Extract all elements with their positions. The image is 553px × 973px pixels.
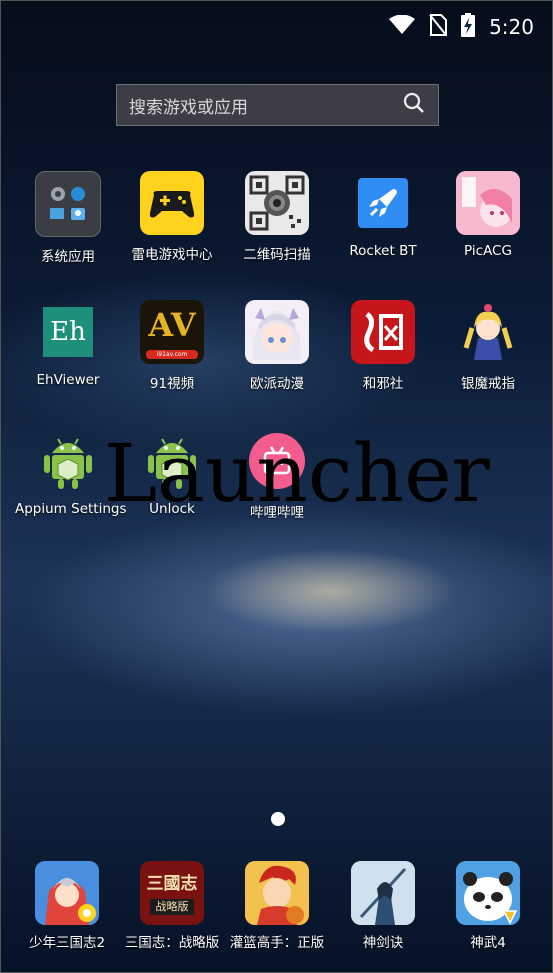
app-silver-ring[interactable]: 银魔戒指 (435, 300, 541, 392)
app-label: 雷电游戏中心 (131, 247, 213, 263)
launcher-overlay-text: Launcher (104, 427, 490, 520)
clock: 5:20 (489, 15, 534, 39)
hexieshe-logo-icon (351, 300, 415, 364)
battery-charging-icon (461, 13, 476, 41)
app-label: 二维码扫描 (243, 247, 311, 263)
app-label: 少年三国志2 (28, 935, 106, 951)
app-label: 91視頻 (149, 376, 195, 392)
no-sim-icon (429, 14, 448, 40)
app-leidian-game-center[interactable]: 雷电游戏中心 (119, 171, 225, 263)
app-label: 和邪社 (362, 376, 404, 392)
app-label: 神剑诀 (362, 935, 404, 951)
page-indicator-dot (271, 812, 285, 826)
av-logo-icon: AV i91av.com (140, 300, 204, 364)
dock-app-shenjianjue[interactable]: 神剑诀 (328, 861, 438, 951)
app-label: 灌篮高手：正版 (229, 935, 325, 951)
app-label: 神武4 (470, 935, 506, 951)
app-rocket-bt[interactable]: Rocket BT (330, 171, 436, 259)
app-system-apps[interactable]: 系统应用 (15, 171, 121, 265)
av-logo-text: AV (148, 306, 196, 344)
app-label: 银魔戒指 (461, 376, 515, 392)
blonde-girl-icon (456, 300, 520, 364)
app-label: EhViewer (36, 372, 100, 388)
av-logo-url: i91av.com (146, 350, 198, 359)
app-91-video[interactable]: AV i91av.com 91視頻 (119, 300, 225, 392)
home-screen: 5:20 搜索游戏或应用 系统应用 雷电游戏中心 二维码扫描 Rocket BT… (0, 0, 553, 973)
app-picacg[interactable]: PicACG (435, 171, 541, 259)
app-oupai-anime[interactable]: 欧派动漫 (224, 300, 330, 392)
qr-code-icon (245, 171, 309, 235)
app-label: Rocket BT (349, 243, 417, 259)
dock-app-slam-dunk[interactable]: 灌篮高手：正版 (222, 861, 332, 951)
app-label: PicACG (464, 243, 512, 259)
anime-girl-pink-icon (456, 171, 520, 235)
warrior-game-icon (35, 861, 99, 925)
app-label: 三国志：战略版 (124, 935, 220, 951)
app-ehviewer[interactable]: Eh EhViewer (15, 300, 121, 388)
rocket-icon (351, 171, 415, 235)
search-placeholder: 搜索游戏或应用 (129, 97, 248, 118)
gamepad-icon (140, 171, 204, 235)
ehviewer-icon-text: Eh (50, 317, 86, 347)
app-label: 系统应用 (41, 249, 95, 265)
ehviewer-icon: Eh (36, 300, 100, 364)
wifi-icon (389, 14, 416, 39)
basketball-player-icon (245, 861, 309, 925)
swordsman-icon (351, 861, 415, 925)
app-hexieshe[interactable]: 和邪社 (330, 300, 436, 392)
app-label: 欧派动漫 (250, 376, 304, 392)
android-robot-icon (36, 429, 100, 493)
panda-icon (456, 861, 520, 925)
app-qr-scanner[interactable]: 二维码扫描 (224, 171, 330, 263)
sanguozhi-logo-icon: 三國志 战略版 (140, 861, 204, 925)
dock-app-sanguozhi-strategy[interactable]: 三國志 战略版 三国志：战略版 (117, 861, 227, 951)
dock-app-shenwu-4[interactable]: 神武4 (433, 861, 543, 951)
sanguozhi-logo-subtext: 战略版 (150, 899, 194, 915)
dock-app-shaonian-sanguozhi-2[interactable]: 少年三国志2 (12, 861, 122, 951)
search-bar[interactable]: 搜索游戏或应用 (116, 84, 439, 126)
sanguozhi-logo-text: 三國志 (146, 874, 198, 894)
anime-girl-white-icon (245, 300, 309, 364)
folder-icon (35, 171, 101, 237)
status-bar: 5:20 (1, 1, 552, 51)
search-icon[interactable] (402, 91, 426, 119)
